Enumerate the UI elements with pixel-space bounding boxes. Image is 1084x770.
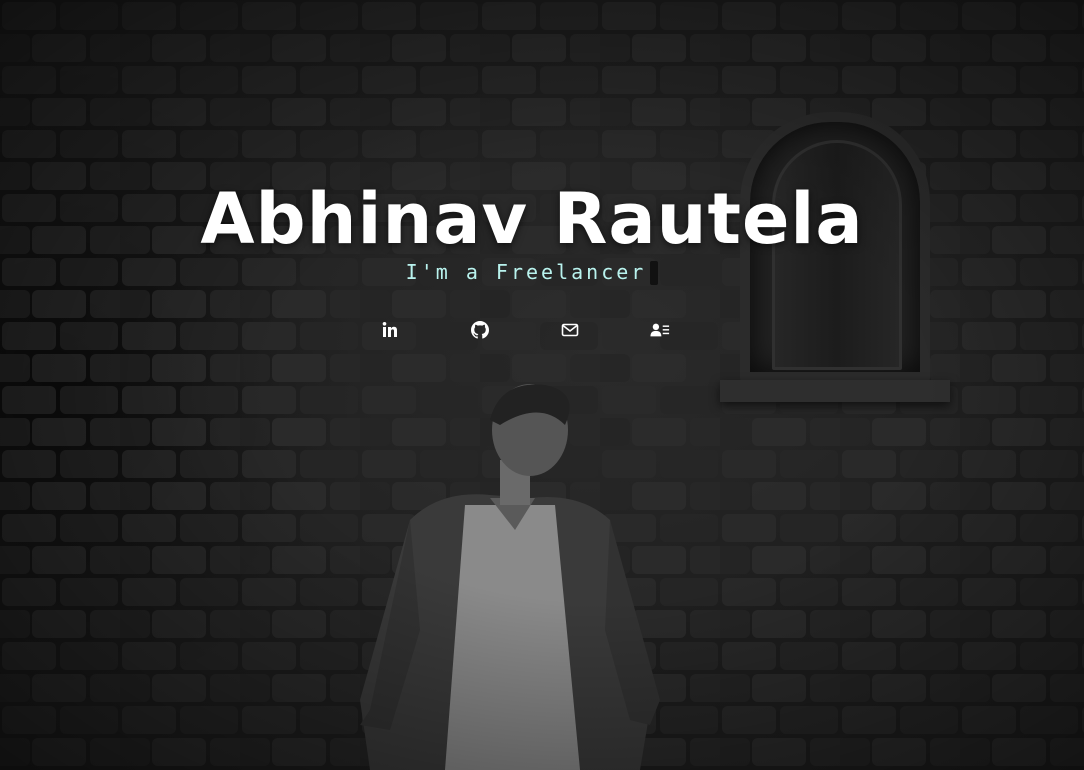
linkedin-icon xyxy=(382,322,397,337)
vignette-overlay xyxy=(0,0,1084,770)
resume-link[interactable] xyxy=(650,320,670,340)
hero-section: Abhinav Rautela I'm a Freelancer xyxy=(0,0,1084,770)
social-links xyxy=(380,320,670,340)
linkedin-link[interactable] xyxy=(380,320,400,340)
resume-icon xyxy=(650,323,670,337)
email-link[interactable] xyxy=(560,320,580,340)
github-link[interactable] xyxy=(470,320,490,340)
typing-cursor xyxy=(650,261,659,285)
github-icon xyxy=(471,321,489,339)
subtitle-role: Freelancer xyxy=(495,260,647,284)
hero-subtitle: I'm a Freelancer xyxy=(0,260,1064,285)
hero-name: Abhinav Rautela xyxy=(200,178,864,260)
subtitle-prefix: I'm a xyxy=(405,260,496,284)
mail-icon xyxy=(561,323,579,337)
